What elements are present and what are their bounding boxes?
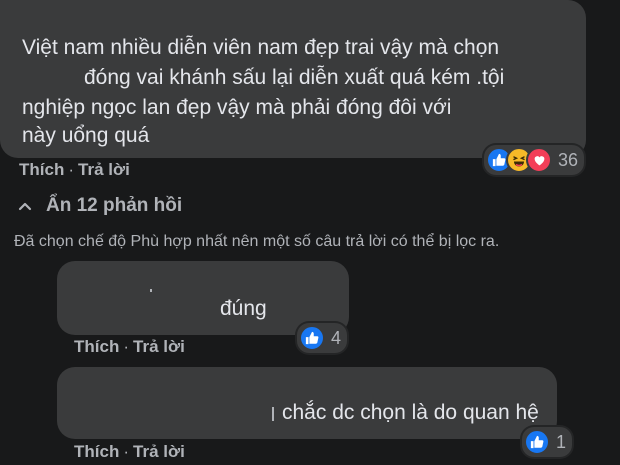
love-icon	[526, 147, 552, 173]
comment-text-line-2: đóng vai khánh sấu lại diễn xuất quá kém…	[84, 66, 505, 89]
reply-actions: Thích · Trả lời	[74, 442, 185, 462]
reply-reactions[interactable]: 1	[522, 427, 573, 457]
separator-dot: ·	[123, 442, 130, 461]
reaction-count: 36	[558, 149, 579, 170]
comment-text-line-3: nghiệp ngọc lan đẹp vậy mà phải đóng đôi…	[22, 96, 452, 119]
like-link[interactable]: Thích	[74, 337, 119, 356]
chevron-up-icon	[18, 202, 32, 211]
comment-actions: Thích · Trả lời	[19, 160, 130, 180]
separator-dot: ·	[68, 160, 75, 179]
like-link[interactable]: Thích	[19, 160, 64, 179]
reply-text: đúng	[220, 297, 267, 320]
comment-text-line-4: này uổng quá	[22, 124, 150, 147]
reply-text: chắc dc chọn là do quan hệ	[282, 401, 539, 424]
like-icon	[524, 429, 550, 455]
reply-link[interactable]: Trả lời	[133, 337, 185, 356]
reply-reactions[interactable]: 4	[297, 323, 348, 353]
text-artifact	[272, 407, 274, 421]
text-artifact	[150, 289, 152, 292]
reply-link[interactable]: Trả lời	[78, 160, 130, 179]
like-link[interactable]: Thích	[74, 442, 119, 461]
separator-dot: ·	[123, 337, 130, 356]
filter-notice: Đã chọn chế độ Phù hợp nhất nên một số c…	[14, 233, 500, 250]
hide-replies-button[interactable]: Ẩn 12 phản hồi	[18, 195, 182, 217]
comment-thread: Việt nam nhiều diễn viên nam đẹp trai vậ…	[0, 0, 620, 465]
comment-reactions[interactable]: 36	[484, 145, 585, 175]
comment-text-line-1: Việt nam nhiều diễn viên nam đẹp trai vậ…	[22, 36, 500, 59]
reaction-count: 1	[556, 431, 567, 452]
like-icon	[299, 325, 325, 351]
reply-actions: Thích · Trả lời	[74, 337, 185, 357]
reaction-count: 4	[331, 327, 342, 348]
reply-link[interactable]: Trả lời	[133, 442, 185, 461]
hide-replies-label: Ẩn 12 phản hồi	[46, 195, 183, 216]
